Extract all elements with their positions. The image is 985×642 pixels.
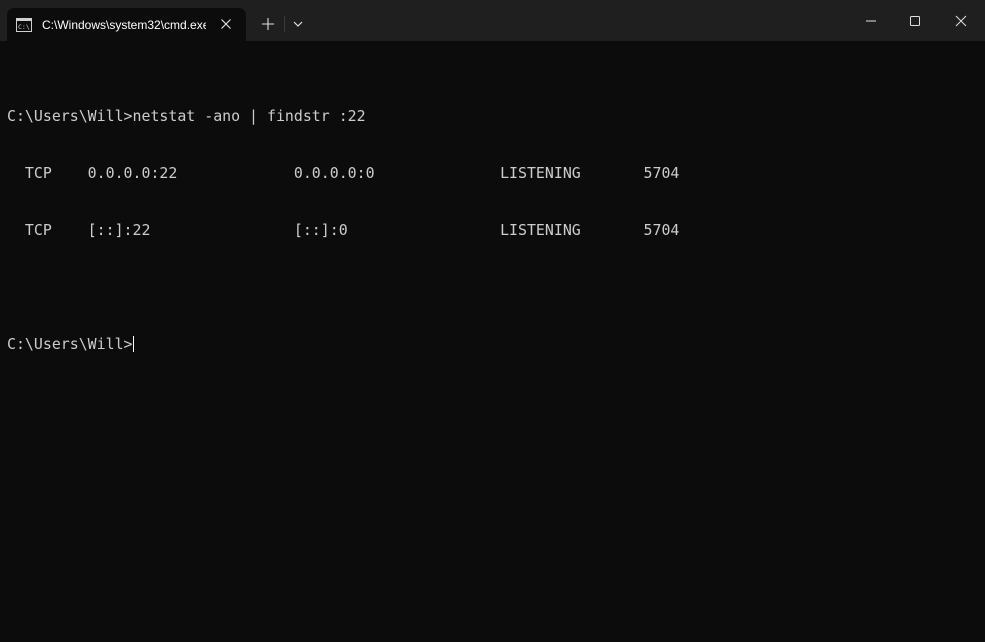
tab-cmd[interactable]: C:\ C:\Windows\system32\cmd.exe	[7, 8, 246, 41]
terminal-output[interactable]: C:\Users\Will>netstat -ano | findstr :22…	[7, 69, 977, 629]
prompt-text: C:\Users\Will>	[7, 335, 133, 353]
chevron-down-icon[interactable]	[288, 14, 308, 34]
plus-icon[interactable]	[258, 14, 278, 34]
maximize-icon[interactable]	[892, 0, 938, 41]
close-tab-icon[interactable]	[218, 16, 234, 32]
tab-title: C:\Windows\system32\cmd.exe	[42, 17, 206, 32]
close-icon[interactable]	[938, 0, 984, 41]
text-cursor	[132, 336, 134, 352]
terminal-window: C:\ C:\Windows\system32\cmd.exe C:\Users…	[0, 0, 985, 642]
terminal-line-result: TCP [::]:22 [::]:0 LISTENING 5704	[7, 221, 680, 239]
minimize-icon[interactable]	[848, 0, 894, 41]
title-bar[interactable]: C:\ C:\Windows\system32\cmd.exe	[0, 0, 985, 41]
cmd-terminal-icon: C:\	[16, 17, 32, 32]
terminal-line-prompt[interactable]: C:\Users\Will>	[7, 335, 977, 354]
tab-separator	[284, 16, 285, 32]
terminal-line-command: C:\Users\Will>netstat -ano | findstr :22	[7, 107, 366, 125]
svg-text:C:\: C:\	[18, 23, 30, 31]
terminal-line-result: TCP 0.0.0.0:22 0.0.0.0:0 LISTENING 5704	[7, 164, 680, 182]
